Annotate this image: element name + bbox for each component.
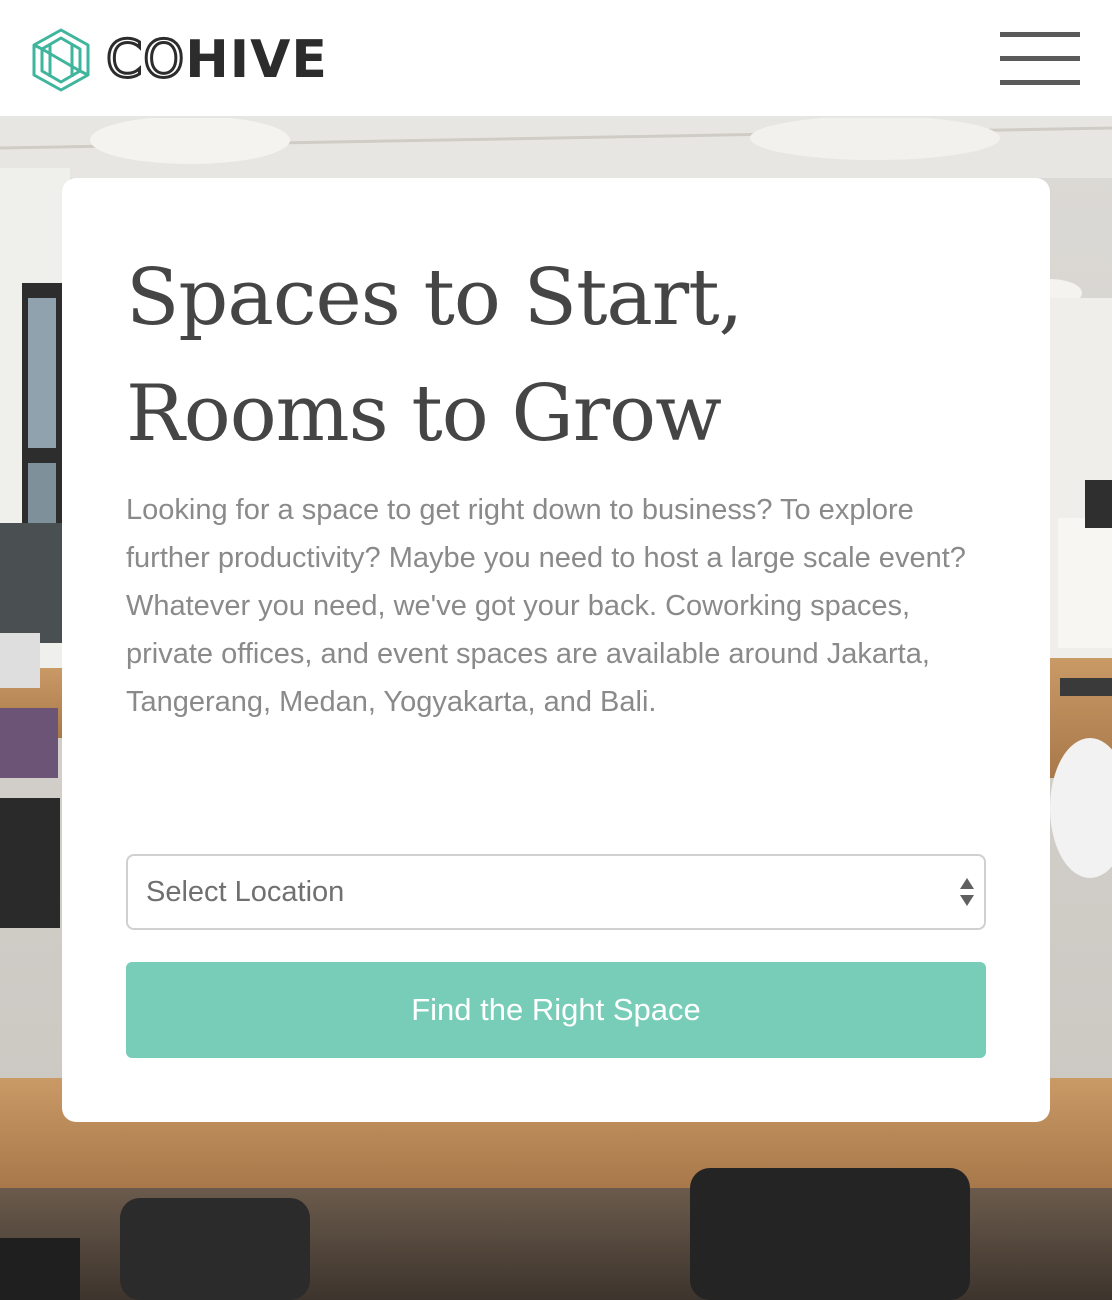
- cohive-wordmark: COHIVE: [104, 33, 328, 88]
- cohive-logo-mark-icon: [32, 28, 90, 92]
- hero-description: Looking for a space to get right down to…: [126, 494, 966, 718]
- find-right-space-button[interactable]: Find the Right Space: [126, 962, 986, 1058]
- select-updown-arrows-icon: [960, 878, 974, 906]
- wordmark-co: CO: [104, 30, 186, 90]
- site-header: COHIVE: [0, 0, 1112, 118]
- wordmark-hive: HIVE: [185, 30, 328, 90]
- location-select[interactable]: Select Location: [126, 854, 986, 930]
- hero-headline: Spaces to Start, Rooms to Grow: [126, 253, 743, 459]
- cohive-logo[interactable]: COHIVE: [30, 26, 328, 94]
- hamburger-menu-icon[interactable]: [1000, 32, 1080, 85]
- hamburger-line: [1000, 32, 1080, 37]
- hero-card: Spaces to Start, Rooms to Grow Looking f…: [62, 178, 1050, 1122]
- location-select-value: Select Location: [146, 876, 345, 908]
- hamburger-line: [1000, 80, 1080, 85]
- hamburger-line: [1000, 56, 1080, 61]
